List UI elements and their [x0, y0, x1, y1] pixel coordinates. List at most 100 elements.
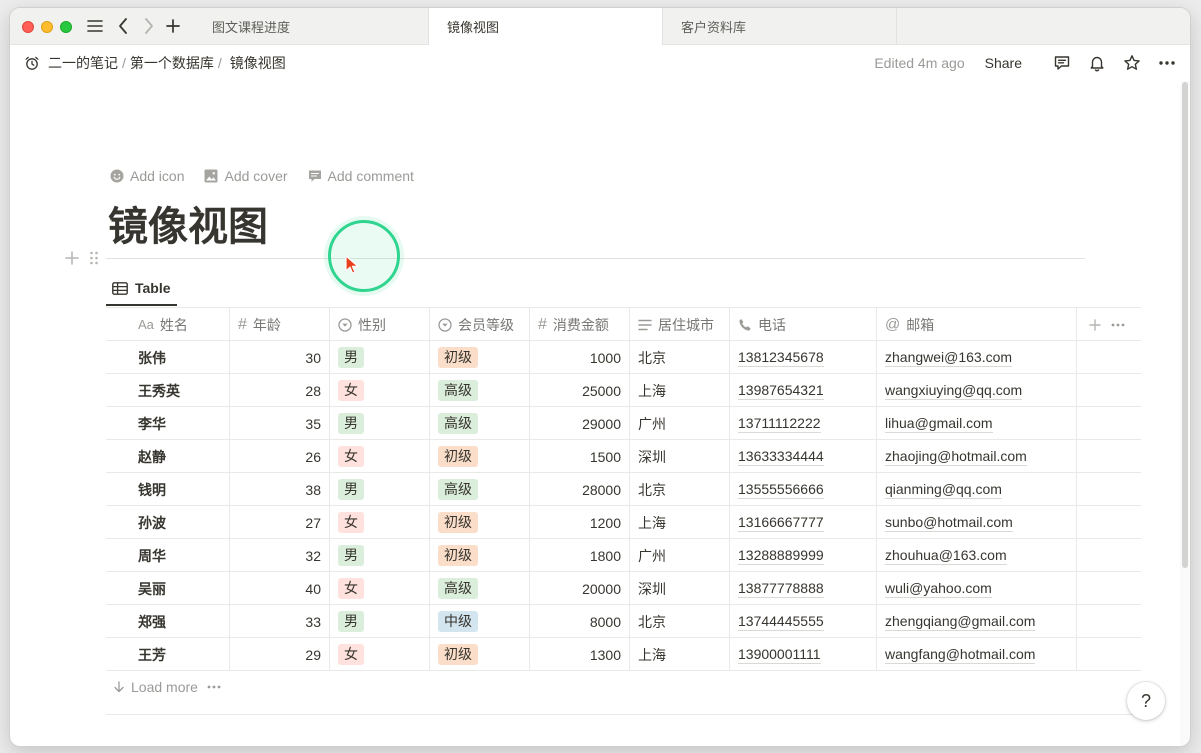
cell-email[interactable]: wuli@yahoo.com [877, 572, 1077, 605]
cell-gender[interactable]: 男 [330, 341, 430, 374]
column-header-amount[interactable]: # 消费金额 [530, 308, 630, 341]
add-cover-button[interactable]: Add cover [204, 168, 288, 184]
cell-name[interactable]: 张伟 [106, 341, 230, 374]
cell-gender[interactable]: 女 [330, 506, 430, 539]
column-header-gender[interactable]: 性别 [330, 308, 430, 341]
cell-phone[interactable]: 13633334444 [730, 440, 877, 473]
cell-level[interactable]: 初级 [430, 638, 530, 671]
cell-email[interactable]: wangxiuying@qq.com [877, 374, 1077, 407]
cell-level[interactable]: 初级 [430, 440, 530, 473]
table-row[interactable]: 周华 32 男 初级 1800 广州 13288889999 zhouhua@163.com [106, 539, 1141, 572]
cell-phone[interactable]: 13555556666 [730, 473, 877, 506]
cell-age[interactable]: 40 [230, 572, 330, 605]
tab-mirror-view[interactable]: 镜像视图 [429, 8, 663, 45]
cell-phone[interactable]: 13744445555 [730, 605, 877, 638]
cell-age[interactable]: 28 [230, 374, 330, 407]
cell-name[interactable]: 李华 [106, 407, 230, 440]
cell-city[interactable]: 北京 [630, 605, 730, 638]
cell-amount[interactable]: 1500 [530, 440, 630, 473]
minimize-window-button[interactable] [41, 21, 53, 33]
table-row[interactable]: 郑强 33 男 中级 8000 北京 13744445555 zhengqiang@gmail… [106, 605, 1141, 638]
cell-email[interactable]: lihua@gmail.com [877, 407, 1077, 440]
column-header-city[interactable]: 居住城市 [630, 308, 730, 341]
column-header-name[interactable]: Aa 姓名 [106, 308, 230, 341]
breadcrumb-item[interactable]: 第一个数据库 [130, 53, 214, 73]
add-icon-button[interactable]: Add icon [110, 168, 184, 184]
cell-age[interactable]: 27 [230, 506, 330, 539]
cell-level[interactable]: 初级 [430, 506, 530, 539]
cell-amount[interactable]: 1000 [530, 341, 630, 374]
cell-phone[interactable]: 13987654321 [730, 374, 877, 407]
cell-amount[interactable]: 8000 [530, 605, 630, 638]
view-tab-table[interactable]: Table [106, 272, 177, 306]
page-title[interactable]: 镜像视图 [108, 194, 268, 252]
cell-city[interactable]: 上海 [630, 374, 730, 407]
cell-level[interactable]: 高级 [430, 473, 530, 506]
cell-phone[interactable]: 13166667777 [730, 506, 877, 539]
cell-name[interactable]: 郑强 [106, 605, 230, 638]
back-icon[interactable] [112, 15, 134, 37]
cell-name[interactable]: 周华 [106, 539, 230, 572]
cell-city[interactable]: 深圳 [630, 440, 730, 473]
scrollbar-thumb[interactable] [1182, 82, 1188, 568]
table-row[interactable]: 吴丽 40 女 高级 20000 深圳 13877778888 wuli@yahoo.com [106, 572, 1141, 605]
cell-city[interactable]: 广州 [630, 539, 730, 572]
cell-gender[interactable]: 男 [330, 407, 430, 440]
cell-gender[interactable]: 男 [330, 539, 430, 572]
table-row[interactable]: 李华 35 男 高级 29000 广州 13711112222 lihua@gmail.com [106, 407, 1141, 440]
maximize-window-button[interactable] [60, 21, 72, 33]
breadcrumb-item[interactable]: 二一的笔记 [48, 53, 118, 73]
cell-age[interactable]: 33 [230, 605, 330, 638]
load-more-button[interactable]: Load more [113, 679, 221, 695]
cell-age[interactable]: 29 [230, 638, 330, 671]
menu-icon[interactable] [84, 15, 106, 37]
cell-amount[interactable]: 29000 [530, 407, 630, 440]
cell-amount[interactable]: 1200 [530, 506, 630, 539]
cell-city[interactable]: 北京 [630, 473, 730, 506]
cell-city[interactable]: 上海 [630, 506, 730, 539]
cell-email[interactable]: zhangwei@163.com [877, 341, 1077, 374]
cell-amount[interactable]: 20000 [530, 572, 630, 605]
close-window-button[interactable] [22, 21, 34, 33]
cell-email[interactable]: qianming@qq.com [877, 473, 1077, 506]
cell-city[interactable]: 深圳 [630, 572, 730, 605]
cell-name[interactable]: 吴丽 [106, 572, 230, 605]
cell-amount[interactable]: 28000 [530, 473, 630, 506]
more-options-icon[interactable] [1156, 52, 1178, 74]
cell-phone[interactable]: 13711112222 [730, 407, 877, 440]
cell-name[interactable]: 孙波 [106, 506, 230, 539]
cell-age[interactable]: 32 [230, 539, 330, 572]
tab-customer-db[interactable]: 客户资料库 [663, 8, 897, 45]
forward-icon[interactable] [138, 15, 160, 37]
cell-level[interactable]: 高级 [430, 407, 530, 440]
add-block-icon[interactable] [65, 249, 79, 270]
table-row[interactable]: 王秀英 28 女 高级 25000 上海 13987654321 wangxiuying@qq… [106, 374, 1141, 407]
cell-level[interactable]: 中级 [430, 605, 530, 638]
cell-gender[interactable]: 男 [330, 473, 430, 506]
cell-city[interactable]: 北京 [630, 341, 730, 374]
cell-amount[interactable]: 1800 [530, 539, 630, 572]
cell-age[interactable]: 26 [230, 440, 330, 473]
bell-icon[interactable] [1086, 52, 1108, 74]
table-row[interactable]: 钱明 38 男 高级 28000 北京 13555556666 qianming@qq.com [106, 473, 1141, 506]
cell-email[interactable]: zhengqiang@gmail.com [877, 605, 1077, 638]
cell-level[interactable]: 初级 [430, 341, 530, 374]
cell-gender[interactable]: 女 [330, 638, 430, 671]
column-header-age[interactable]: # 年龄 [230, 308, 330, 341]
cell-level[interactable]: 初级 [430, 539, 530, 572]
table-row[interactable]: 王芳 29 女 初级 1300 上海 13900001111 wangfang@hotmail… [106, 638, 1141, 671]
comments-icon[interactable] [1051, 52, 1073, 74]
drag-handle-icon[interactable] [89, 250, 99, 271]
cell-city[interactable]: 上海 [630, 638, 730, 671]
table-row[interactable]: 张伟 30 男 初级 1000 北京 13812345678 zhangwei@163.com [106, 341, 1141, 374]
cell-email[interactable]: sunbo@hotmail.com [877, 506, 1077, 539]
cell-age[interactable]: 35 [230, 407, 330, 440]
cell-email[interactable]: wangfang@hotmail.com [877, 638, 1077, 671]
tab-course-progress[interactable]: 图文课程进度 [194, 8, 429, 45]
cell-level[interactable]: 高级 [430, 572, 530, 605]
add-comment-button[interactable]: Add comment [308, 168, 414, 184]
cell-name[interactable]: 赵静 [106, 440, 230, 473]
cell-gender[interactable]: 女 [330, 572, 430, 605]
table-more-icon[interactable] [1111, 323, 1131, 327]
cell-name[interactable]: 王芳 [106, 638, 230, 671]
